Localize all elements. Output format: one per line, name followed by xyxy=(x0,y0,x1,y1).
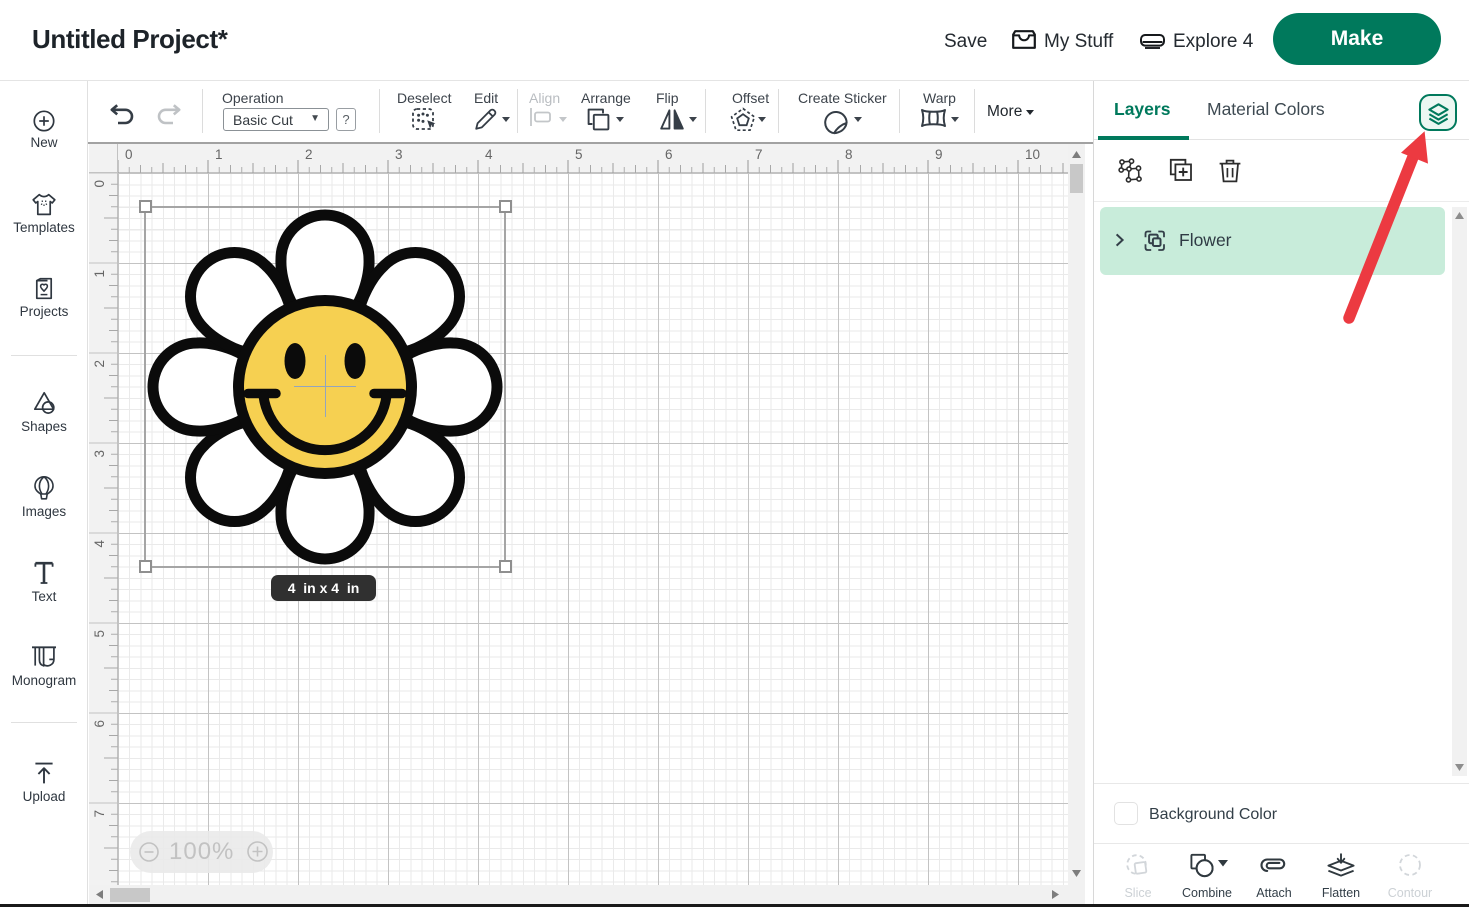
svg-text:8: 8 xyxy=(845,147,853,162)
svg-text:0: 0 xyxy=(92,180,107,188)
svg-text:2: 2 xyxy=(305,147,313,162)
svg-text:1: 1 xyxy=(215,147,223,162)
svg-text:0: 0 xyxy=(125,147,133,162)
svg-text:10: 10 xyxy=(1025,147,1040,162)
svg-text:3: 3 xyxy=(92,450,107,458)
svg-text:4: 4 xyxy=(92,540,107,548)
svg-text:3: 3 xyxy=(395,147,403,162)
svg-text:7: 7 xyxy=(755,147,763,162)
svg-text:2: 2 xyxy=(92,360,107,368)
svg-text:6: 6 xyxy=(92,720,107,728)
svg-text:4: 4 xyxy=(485,147,493,162)
svg-text:1: 1 xyxy=(92,270,107,278)
svg-text:5: 5 xyxy=(92,630,107,638)
svg-text:6: 6 xyxy=(665,147,673,162)
svg-text:5: 5 xyxy=(575,147,583,162)
svg-text:9: 9 xyxy=(935,147,943,162)
svg-text:7: 7 xyxy=(92,810,107,818)
